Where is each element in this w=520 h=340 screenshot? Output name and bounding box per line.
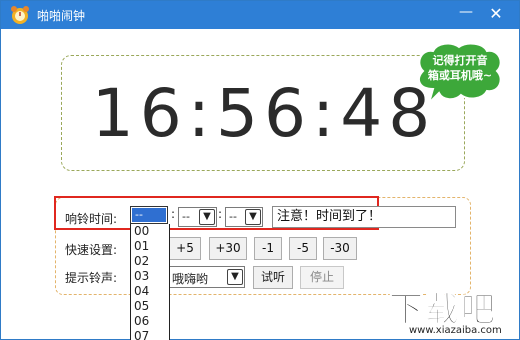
plus-5-button[interactable]: +5 xyxy=(169,237,201,260)
hour-option[interactable]: 03 xyxy=(131,269,169,284)
plus-30-button[interactable]: +30 xyxy=(209,237,247,260)
hour-select-value: -- xyxy=(132,208,166,222)
hour-option[interactable]: 05 xyxy=(131,299,169,314)
hour-option[interactable]: 07 xyxy=(131,329,169,340)
second-select-value: -- xyxy=(229,210,237,223)
clock-panel: 16:56:48 xyxy=(61,55,465,171)
ringtone-select[interactable]: 哦嗨哟 ▼ xyxy=(169,266,245,288)
ringtone-label: 提示铃声: xyxy=(65,271,118,285)
minus-5-button[interactable]: -5 xyxy=(289,237,317,260)
quick-set-label: 快速设置: xyxy=(65,243,118,257)
app-logo-icon xyxy=(11,6,29,24)
bubble-text: 记得打开音 箱或耳机哦~ xyxy=(420,53,500,83)
minute-select-value: -- xyxy=(182,210,190,223)
alarm-time-label: 响铃时间: xyxy=(65,212,118,226)
title-bar[interactable]: 啪啪闹钟 — ✕ xyxy=(1,1,519,29)
time-separator: : xyxy=(218,207,223,221)
preview-button[interactable]: 试听 xyxy=(253,266,293,289)
hour-option[interactable]: 04 xyxy=(131,284,169,299)
chevron-down-icon[interactable]: ▼ xyxy=(245,209,261,225)
hour-dropdown-list[interactable]: 00 01 02 03 04 05 06 07 xyxy=(130,224,170,340)
hour-option[interactable]: 02 xyxy=(131,254,169,269)
minus-1-button[interactable]: -1 xyxy=(254,237,282,260)
hour-option[interactable]: 01 xyxy=(131,239,169,254)
chevron-down-icon[interactable]: ▼ xyxy=(227,269,243,285)
stop-button[interactable]: 停止 xyxy=(300,266,344,289)
hour-option[interactable]: 00 xyxy=(131,224,169,239)
hour-option[interactable]: 06 xyxy=(131,314,169,329)
chevron-down-icon[interactable]: ▼ xyxy=(199,209,215,225)
watermark-logo: 下载吧 xyxy=(389,290,497,326)
minute-select[interactable]: -- ▼ xyxy=(178,207,217,227)
time-separator: : xyxy=(171,207,176,221)
hour-select[interactable]: -- xyxy=(130,206,168,224)
clock-display: 16:56:48 xyxy=(91,75,437,152)
alarm-message-input[interactable]: 注意！时间到了！ xyxy=(272,206,456,228)
svg-text:下载吧: 下载吧 xyxy=(389,290,497,325)
app-window: 啪啪闹钟 — ✕ 16:56:48 记得打开音 箱或耳机哦~ 响铃时间: -- … xyxy=(0,0,520,340)
window-title: 啪啪闹钟 xyxy=(37,9,86,23)
ringtone-select-value: 哦嗨哟 xyxy=(172,272,209,286)
minus-30-button[interactable]: -30 xyxy=(323,237,357,260)
bubble-line-2: 箱或耳机哦~ xyxy=(427,69,493,82)
bubble-line-1: 记得打开音 xyxy=(432,54,488,67)
close-button[interactable]: ✕ xyxy=(483,3,509,25)
minimize-button[interactable]: — xyxy=(453,3,479,25)
second-select[interactable]: -- ▼ xyxy=(225,207,263,227)
watermark-url: www.xiazaiba.com xyxy=(409,325,502,336)
